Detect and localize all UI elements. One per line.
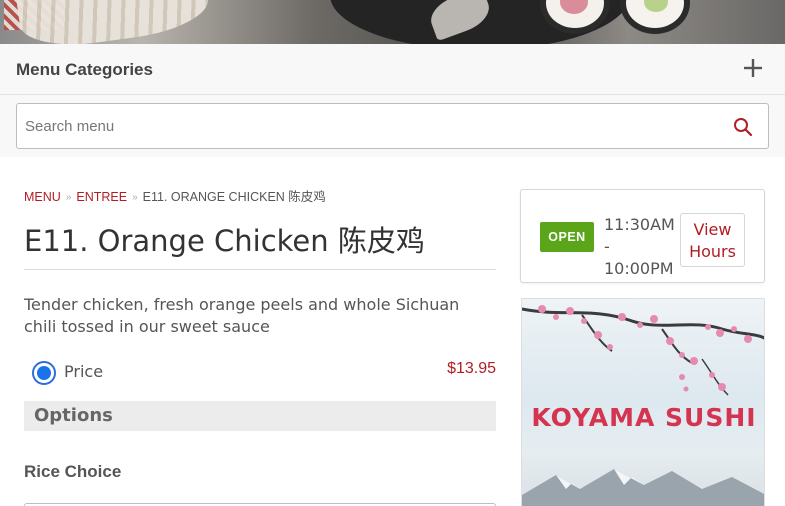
menu-categories-title: Menu Categories — [16, 60, 153, 79]
price-label: Price — [64, 362, 104, 381]
price-radio[interactable] — [32, 361, 56, 385]
options-heading-label: Options — [34, 405, 113, 426]
view-hours-button[interactable]: View Hours — [680, 213, 745, 267]
divider — [24, 269, 496, 270]
plus-icon[interactable] — [741, 56, 765, 80]
page-title: E11. Orange Chicken 陈皮鸡 — [24, 224, 425, 258]
rice-choice-label: Rice Choice — [24, 462, 122, 481]
search-input[interactable] — [25, 104, 715, 148]
breadcrumb-menu-link[interactable]: MENU — [24, 190, 61, 204]
menu-categories-bar[interactable]: Menu Categories — [0, 44, 785, 95]
hours-card: OPEN 11:30AM - 10:00PM View Hours — [520, 189, 765, 283]
logo-text: KOYAMA SUSHI — [531, 403, 757, 432]
breadcrumb-current: E11. ORANGE CHICKEN 陈皮鸡 — [142, 190, 326, 204]
search-area — [0, 95, 785, 157]
item-description: Tender chicken, fresh orange peels and w… — [24, 295, 460, 336]
breadcrumb: MENU » ENTREE » E11. ORANGE CHICKEN 陈皮鸡 — [24, 186, 326, 205]
search-icon[interactable] — [733, 117, 753, 137]
hero-banner-image — [0, 0, 785, 44]
hours-range: 11:30AM - 10:00PM — [604, 215, 675, 278]
options-heading: Options — [24, 401, 496, 431]
status-badge: OPEN — [540, 222, 594, 252]
chevron-right-icon: » — [132, 192, 138, 203]
breadcrumb-entree-link[interactable]: ENTREE — [76, 190, 127, 204]
restaurant-logo: KOYAMA SUSHI — [521, 298, 765, 506]
price-option-row[interactable]: Price $13.95 — [24, 356, 496, 390]
hero-decor — [14, 0, 212, 44]
hero-decor — [620, 0, 690, 34]
chevron-right-icon: » — [65, 192, 72, 203]
search-box[interactable] — [16, 103, 769, 149]
price-value: $13.95 — [447, 360, 496, 377]
